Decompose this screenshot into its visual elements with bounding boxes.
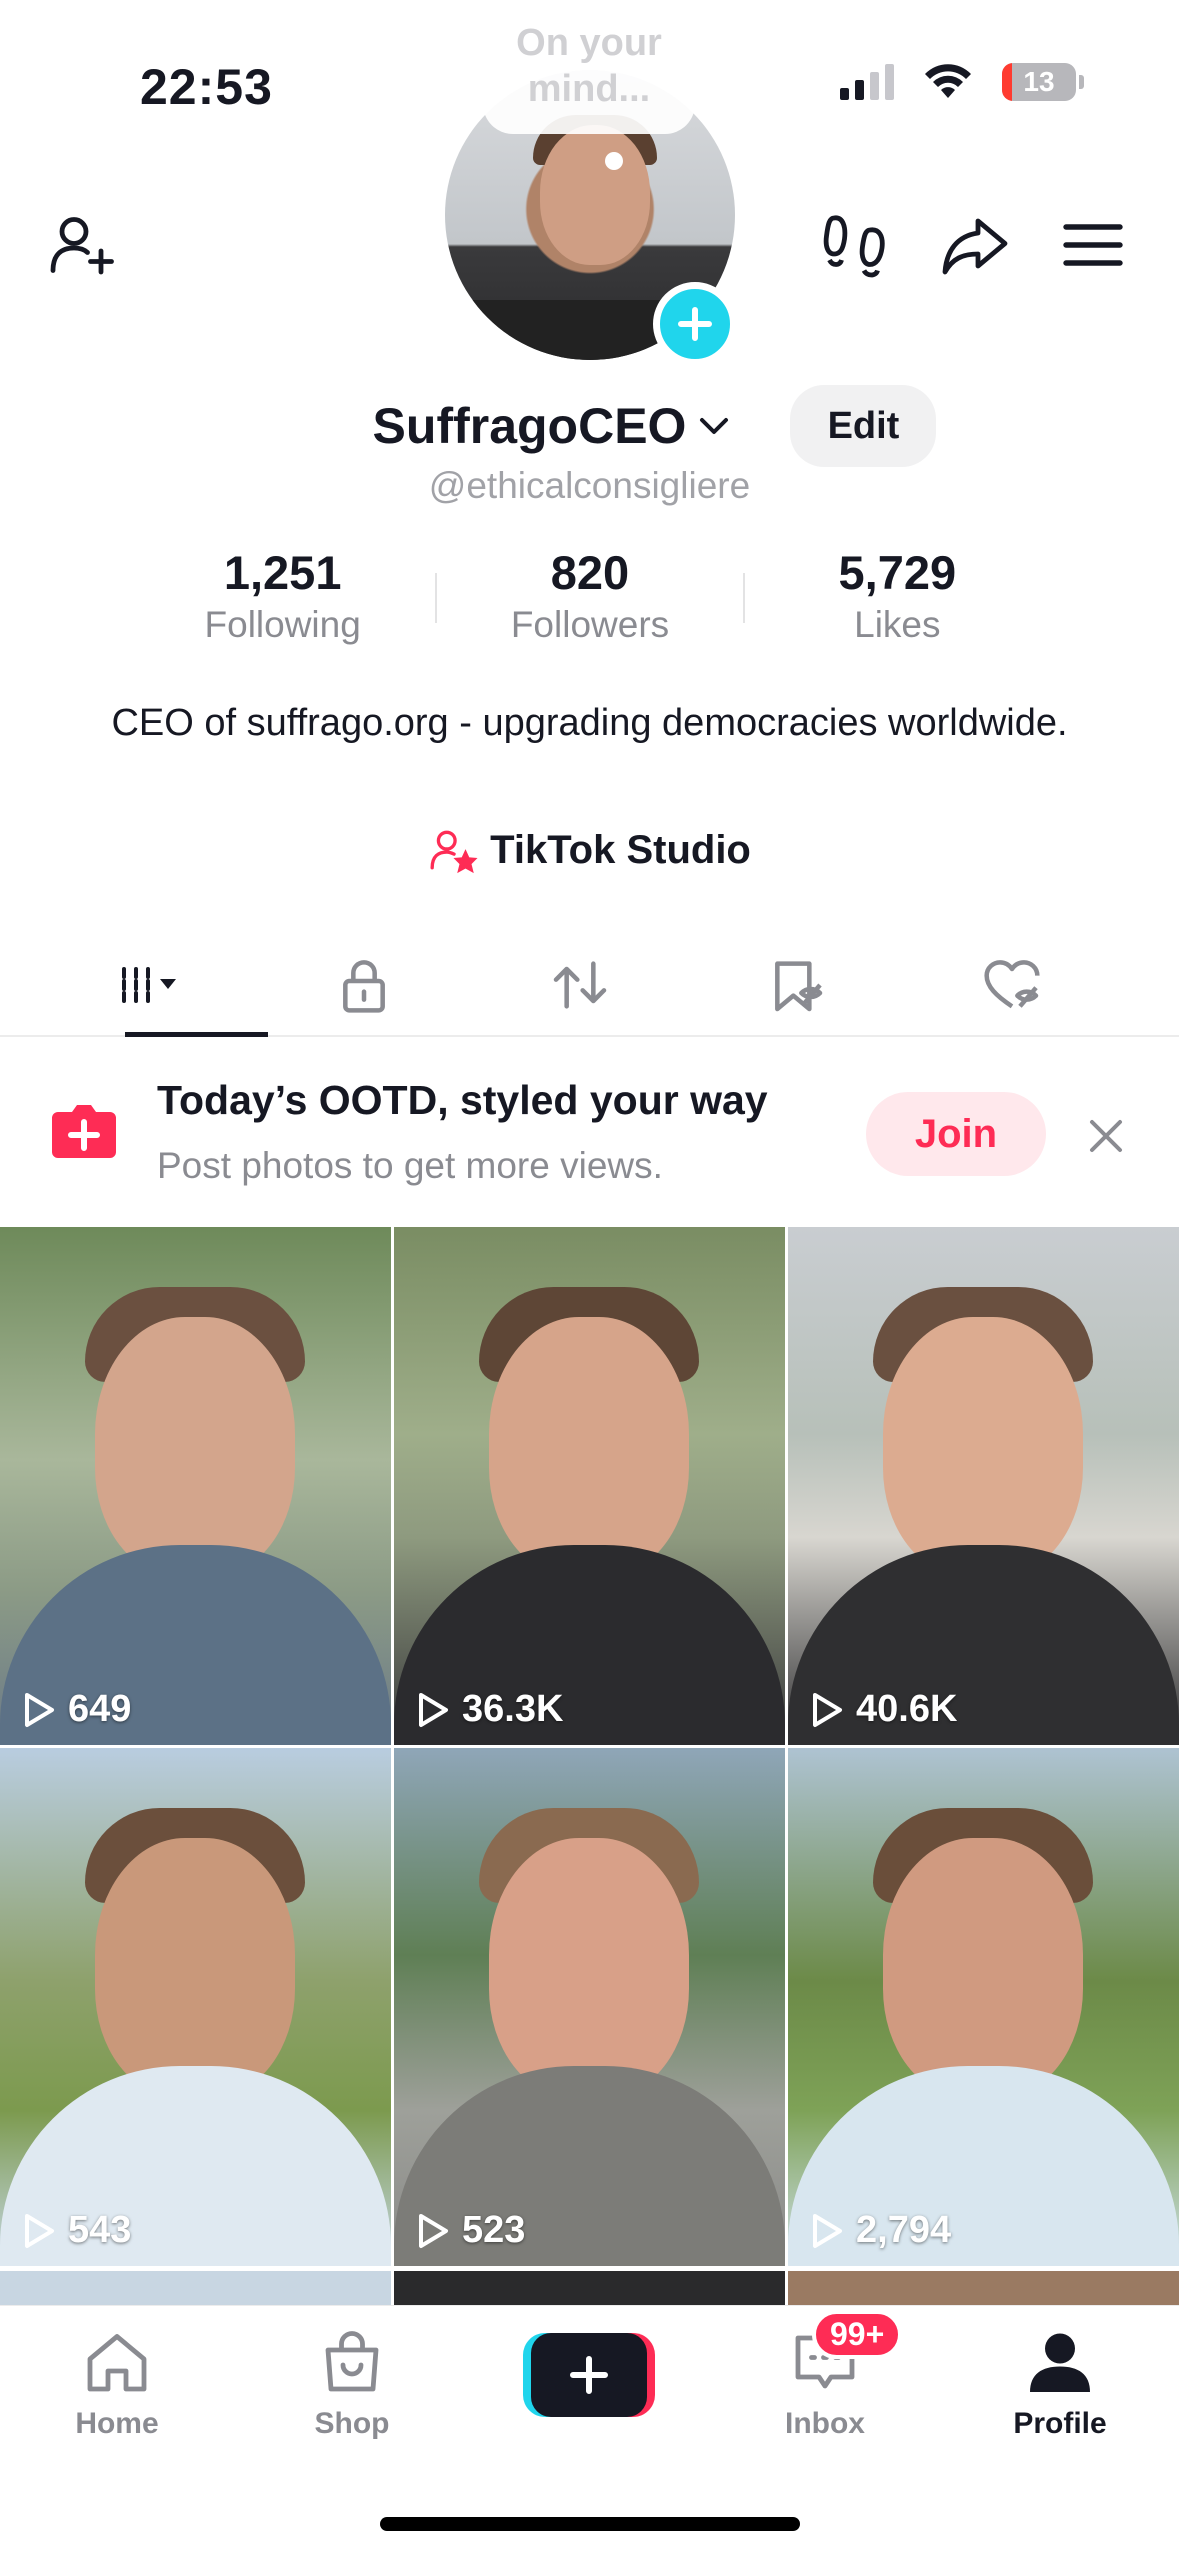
videos-grid-icon xyxy=(122,967,176,1003)
user-handle: @ethicalconsigliere xyxy=(428,465,751,506)
banner-title: Today’s OOTD, styled your way xyxy=(157,1077,768,1123)
video-thumbnail[interactable]: 523 xyxy=(394,1748,785,2266)
bio: CEO of suffrago.org - upgrading democrac… xyxy=(111,702,1068,744)
tab-reposts[interactable] xyxy=(472,935,688,1035)
video-thumbnail[interactable]: 543 xyxy=(0,1748,391,2266)
edit-profile-button[interactable]: Edit xyxy=(790,385,937,467)
nav-shop[interactable]: Shop xyxy=(262,2326,442,2441)
play-icon xyxy=(25,1692,54,1727)
video-thumbnail[interactable]: 40.6K xyxy=(788,1227,1179,1745)
tab-private[interactable] xyxy=(256,935,472,1035)
tiktok-studio-link[interactable]: TikTok Studio xyxy=(0,825,1179,875)
view-count-text: 543 xyxy=(68,2209,132,2251)
camera-plus-icon xyxy=(52,1105,116,1158)
menu-icon[interactable] xyxy=(1053,205,1133,285)
view-count: 523 xyxy=(412,2209,525,2252)
nav-shop-label: Shop xyxy=(314,2407,390,2440)
view-count: 40.6K xyxy=(806,1688,957,1731)
battery-level: 13 xyxy=(1023,66,1055,97)
view-count-text: 2,794 xyxy=(856,2209,952,2251)
username[interactable]: SuffragoCEO xyxy=(373,397,687,455)
bookmark-hidden-icon xyxy=(775,961,823,1012)
nav-profile[interactable]: Profile xyxy=(970,2326,1150,2441)
tab-videos[interactable] xyxy=(40,935,268,1037)
lock-icon xyxy=(343,960,385,1013)
create-button[interactable] xyxy=(523,2333,655,2417)
liked-hidden-icon xyxy=(984,960,1040,1009)
view-count: 649 xyxy=(18,1688,131,1731)
footprints-icon[interactable] xyxy=(815,205,895,285)
play-icon xyxy=(25,2213,54,2248)
home-icon xyxy=(87,2334,147,2392)
ootd-banner[interactable]: Today’s OOTD, styled your way Post photo… xyxy=(0,1040,1179,1225)
video-thumbnail[interactable]: 2,794 xyxy=(788,1748,1179,2266)
nav-home[interactable]: Home xyxy=(27,2326,207,2441)
cellular-signal-icon xyxy=(840,64,894,100)
play-icon xyxy=(813,1692,842,1727)
share-icon[interactable] xyxy=(935,205,1015,285)
tiktok-studio-label: TikTok Studio xyxy=(490,827,751,872)
creator-studio-icon xyxy=(430,830,478,874)
video-thumbnail[interactable]: 36.3K xyxy=(394,1227,785,1745)
followers-label: Followers xyxy=(510,604,670,645)
likes-label: Likes xyxy=(854,604,941,645)
video-thumbnail[interactable]: 649 xyxy=(0,1227,391,1745)
close-icon[interactable] xyxy=(1080,1110,1132,1162)
followers-count: 820 xyxy=(550,546,630,599)
tab-favorites[interactable] xyxy=(688,935,904,1035)
wifi-icon xyxy=(925,64,971,98)
home-indicator[interactable] xyxy=(380,2517,800,2531)
view-count: 543 xyxy=(18,2209,131,2252)
status-time: 22:53 xyxy=(140,59,273,115)
view-count-text: 649 xyxy=(68,1688,132,1730)
following-stat[interactable]: 1,251 Following xyxy=(130,545,435,646)
profile-icon xyxy=(1030,2333,1090,2392)
inbox-badge: 99+ xyxy=(812,2310,903,2359)
battery-icon: 13 xyxy=(1002,63,1084,101)
nav-home-label: Home xyxy=(75,2407,159,2440)
note-bubble[interactable]: On your mind... xyxy=(483,4,695,134)
nav-profile-label: Profile xyxy=(1013,2407,1107,2440)
likes-stat[interactable]: 5,729 Likes xyxy=(745,545,1050,646)
play-icon xyxy=(813,2213,842,2248)
play-icon xyxy=(419,1692,448,1727)
plus-icon xyxy=(570,2356,608,2394)
repost-icon xyxy=(553,961,607,1009)
play-icon xyxy=(419,2213,448,2248)
following-label: Following xyxy=(204,604,361,645)
view-count: 2,794 xyxy=(806,2209,951,2252)
view-count-text: 523 xyxy=(462,2209,526,2251)
note-bubble-tail xyxy=(605,152,623,170)
followers-stat[interactable]: 820 Followers xyxy=(437,545,742,646)
chevron-down-icon[interactable] xyxy=(694,406,734,446)
view-count-text: 36.3K xyxy=(462,1688,564,1730)
video-grid: 649 36.3K 40.6K 543 523 2,794 xyxy=(0,1227,1179,2266)
content-tabs xyxy=(0,935,1179,1037)
add-friends-icon[interactable] xyxy=(43,205,123,285)
banner-subtitle: Post photos to get more views. xyxy=(157,1145,663,1186)
view-count-text: 40.6K xyxy=(856,1688,958,1730)
status-indicators: 13 xyxy=(840,62,1084,102)
likes-count: 5,729 xyxy=(838,546,957,599)
join-button[interactable]: Join xyxy=(866,1092,1046,1176)
add-story-button[interactable] xyxy=(653,282,737,366)
tab-liked[interactable] xyxy=(904,935,1120,1035)
shop-bag-icon xyxy=(325,2331,379,2392)
profile-stats: 1,251 Following 820 Followers 5,729 Like… xyxy=(130,545,1050,646)
following-count: 1,251 xyxy=(223,546,342,599)
nav-inbox-label: Inbox xyxy=(785,2407,865,2440)
view-count: 36.3K xyxy=(412,1688,563,1731)
